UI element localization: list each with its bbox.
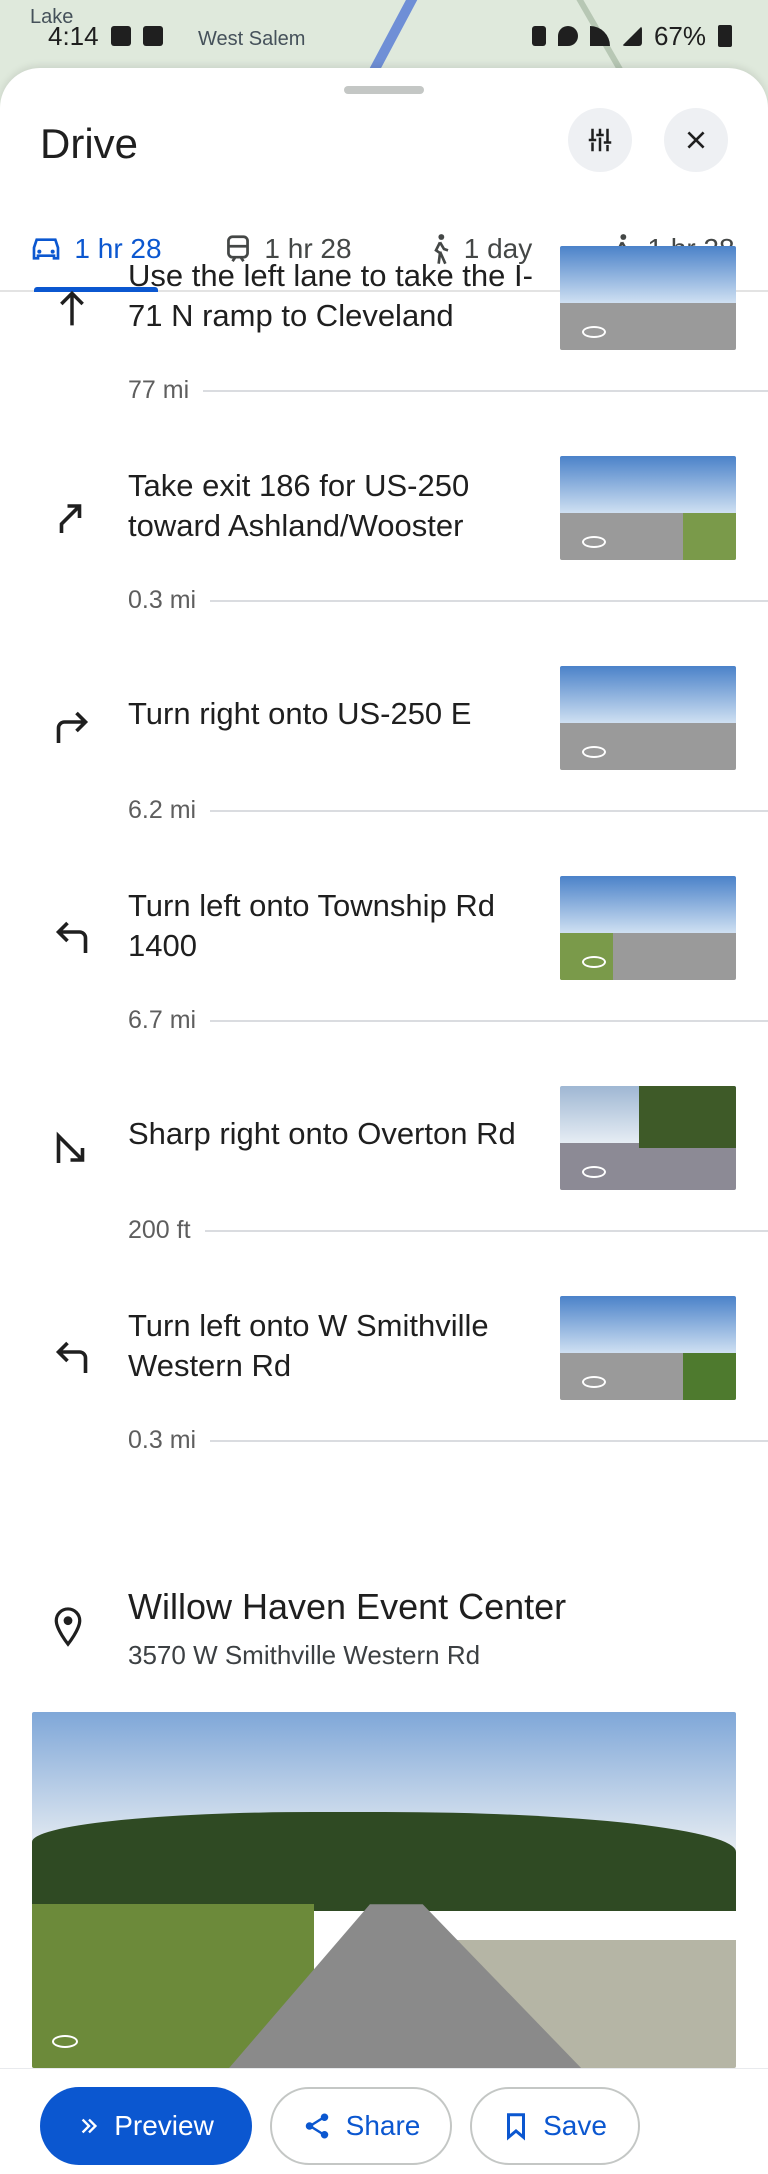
step-distance: 0.3 mi <box>128 1426 197 1454</box>
drag-handle[interactable] <box>344 86 424 94</box>
wifi-icon <box>589 26 610 46</box>
step-instruction: Turn right onto US-250 E <box>128 696 472 731</box>
step-distance-row: 0.3 mi <box>128 1426 768 1455</box>
step-distance-row: 200 ft <box>128 1216 768 1245</box>
list-item[interactable]: Turn right onto US-250 E 6.2 mi <box>0 646 768 856</box>
close-button[interactable] <box>664 108 728 172</box>
turn-left-arrow-icon <box>48 1334 96 1382</box>
sharp-right-arrow-icon <box>48 1124 96 1172</box>
step-distance-row: 77 mi <box>128 376 768 405</box>
home-notification-icon <box>142 26 163 46</box>
street-view-thumbnail[interactable] <box>560 246 736 350</box>
turn-right-arrow-icon <box>48 704 96 752</box>
share-label: Share <box>345 2110 421 2141</box>
list-item[interactable]: Turn left onto W Smithville Western Rd 0… <box>0 1276 768 1486</box>
list-item[interactable]: Take exit 186 for US-250 toward Ashland/… <box>0 436 768 646</box>
destination-street-view-photo[interactable] <box>32 1712 736 2068</box>
list-item[interactable]: Use the left lane to take the I-71 N ram… <box>0 226 768 436</box>
location-pin-icon <box>50 1606 86 1655</box>
divider <box>210 1439 768 1442</box>
status-bar: 4:14 67% <box>0 16 768 56</box>
save-button[interactable]: Save <box>470 2087 640 2165</box>
divider <box>210 1019 768 1022</box>
street-view-icon <box>582 326 606 338</box>
street-view-thumbnail[interactable] <box>560 1296 736 1400</box>
save-label: Save <box>543 2110 607 2141</box>
preview-label: Preview <box>114 2110 214 2141</box>
list-item[interactable]: Sharp right onto Overton Rd 200 ft <box>0 1066 768 1276</box>
street-view-icon <box>582 956 606 968</box>
divider <box>210 809 768 812</box>
step-instruction: Turn left onto Township Rd 1400 <box>128 888 496 963</box>
step-distance-row: 6.2 mi <box>128 796 768 825</box>
step-distance: 0.3 mi <box>128 586 197 614</box>
close-icon <box>687 131 705 149</box>
gallery-notification-icon <box>110 26 131 46</box>
step-distance: 77 mi <box>128 376 190 404</box>
step-distance-row: 6.7 mi <box>128 1006 768 1035</box>
tune-icon <box>588 128 612 152</box>
status-time: 4:14 <box>48 20 99 51</box>
street-view-icon <box>582 746 606 758</box>
divider <box>210 599 768 602</box>
vibrate-icon <box>531 26 546 46</box>
street-view-thumbnail[interactable] <box>560 456 736 560</box>
step-distance: 6.7 mi <box>128 1006 197 1034</box>
street-view-thumbnail[interactable] <box>560 666 736 770</box>
street-view-icon <box>582 1166 606 1178</box>
directions-list: Use the left lane to take the I-71 N ram… <box>0 226 768 1486</box>
slight-right-arrow-icon <box>48 494 96 542</box>
street-view-icon <box>582 536 606 548</box>
step-instruction: Use the left lane to take the I-71 N ram… <box>128 258 533 333</box>
share-icon <box>305 2113 328 2139</box>
step-distance: 6.2 mi <box>128 796 197 824</box>
bookmark-icon <box>507 2113 526 2141</box>
share-button[interactable]: Share <box>270 2087 452 2165</box>
step-distance: 200 ft <box>128 1216 191 1244</box>
divider <box>204 1229 768 1232</box>
step-distance-row: 0.3 mi <box>128 586 768 615</box>
turn-left-arrow-icon <box>48 914 96 962</box>
route-options-button[interactable] <box>568 108 632 172</box>
street-view-thumbnail[interactable] <box>560 876 736 980</box>
signal-icon <box>621 26 642 46</box>
list-item[interactable]: Turn left onto Township Rd 1400 6.7 mi <box>0 856 768 1066</box>
battery-icon <box>718 25 732 47</box>
destination-address: 3570 W Smithville Western Rd <box>128 1640 481 1670</box>
bottom-action-bar: Preview Share Save <box>0 2068 768 2174</box>
step-instruction: Turn left onto W Smithville Western Rd <box>128 1308 489 1383</box>
street-view-icon <box>582 1376 606 1388</box>
destination[interactable]: Willow Haven Event Center 3570 W Smithvi… <box>0 1560 768 1690</box>
street-view-icon <box>52 2035 78 2048</box>
street-view-thumbnail[interactable] <box>560 1086 736 1190</box>
destination-name: Willow Haven Event Center <box>128 1586 567 1627</box>
battery-percent: 67% <box>653 20 706 51</box>
divider <box>203 389 768 392</box>
straight-arrow-icon <box>48 284 96 332</box>
double-chevron-right-icon <box>81 2118 98 2134</box>
step-instruction: Take exit 186 for US-250 toward Ashland/… <box>128 468 470 543</box>
page-title: Drive <box>40 120 139 167</box>
step-instruction: Sharp right onto Overton Rd <box>128 1116 516 1151</box>
location-status-icon <box>557 26 578 46</box>
preview-button[interactable]: Preview <box>40 2087 252 2165</box>
